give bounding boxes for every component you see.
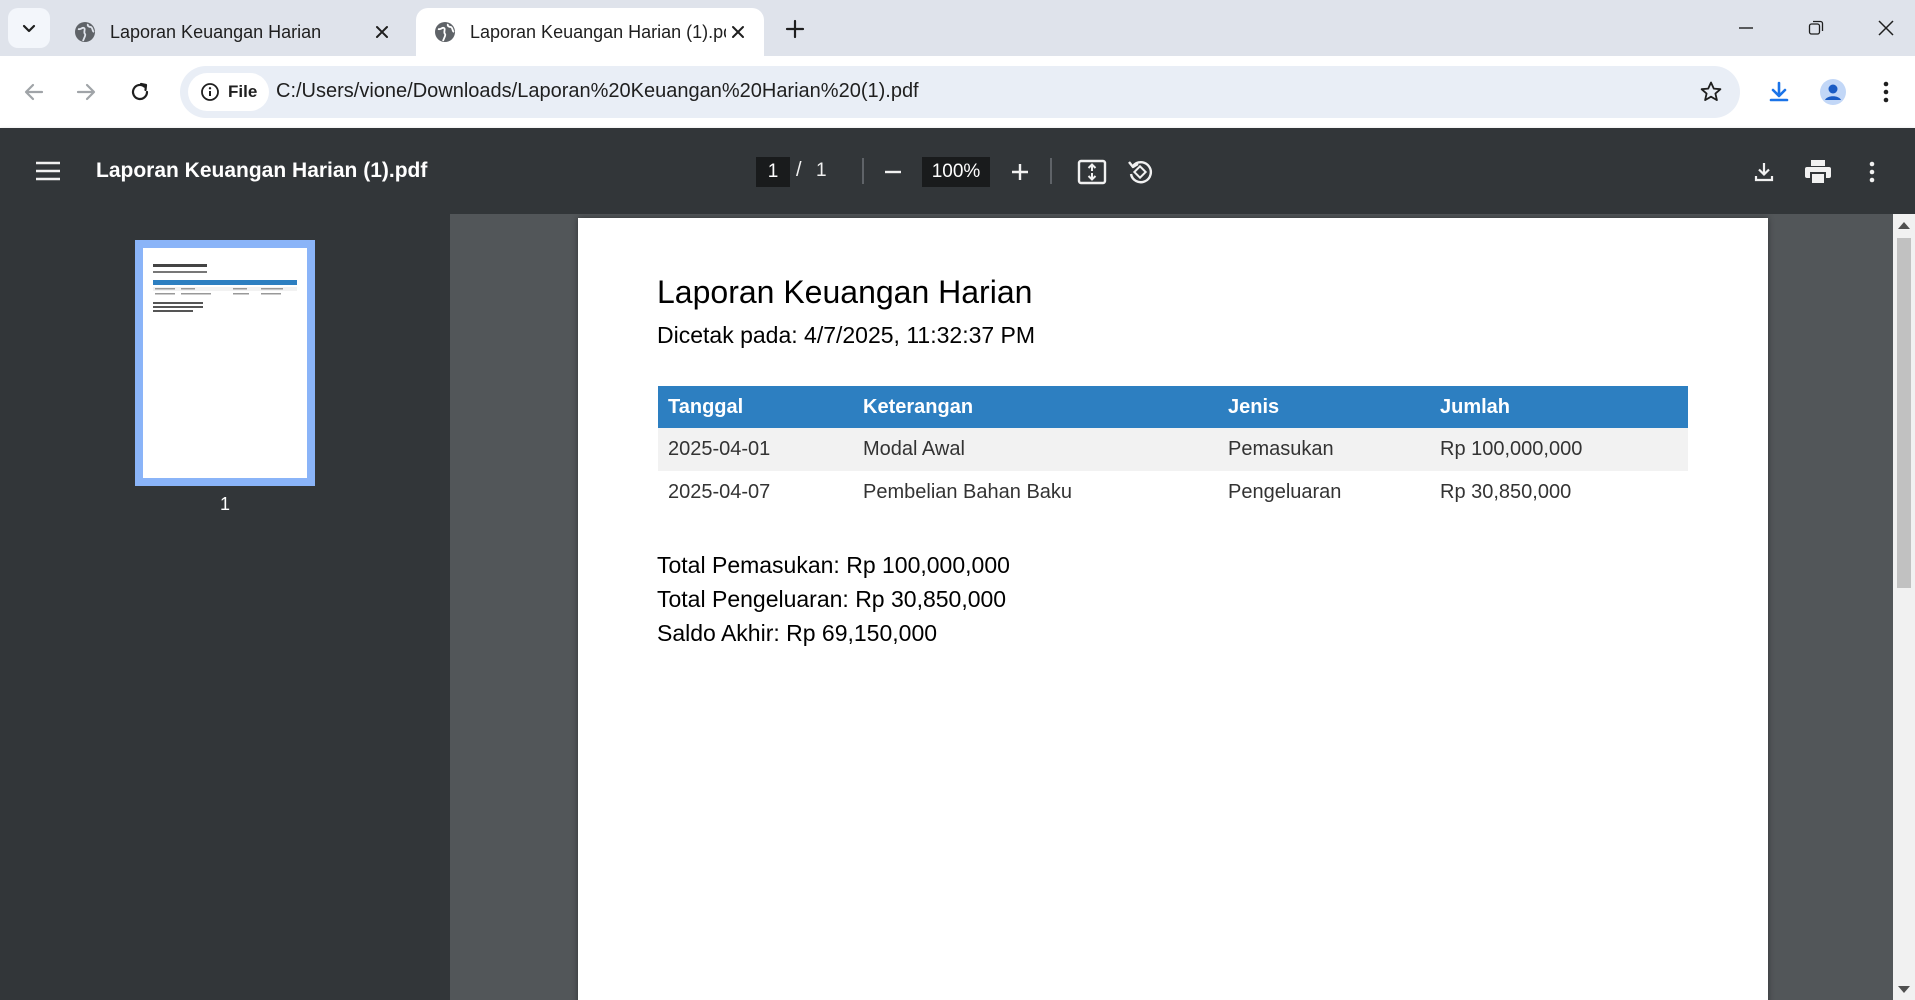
thumbnail-page-number: 1 [219,494,230,514]
star-icon [1700,81,1722,101]
sidebar-toggle-button[interactable] [28,153,68,189]
site-info-label: File [228,82,258,101]
page-separator: / [796,159,802,181]
page-total: 1 [816,160,827,181]
info-icon [201,83,219,101]
url-text[interactable]: C:/Users/vione/Downloads/Laporan%20Keuan… [276,80,919,103]
site-info-chip[interactable]: File [188,73,270,111]
profile-icon [1820,79,1846,105]
rotate-button[interactable] [1120,152,1160,192]
close-icon [376,26,388,38]
tab-title: Laporan Keuangan Harian [110,21,322,42]
fit-page-icon [1077,159,1107,185]
zoom-in-button[interactable] [1000,152,1040,192]
zoom-in-icon [1012,164,1028,180]
table-cell: Modal Awal [853,428,1218,471]
forward-arrow-icon [76,83,96,101]
restore-button[interactable] [1788,8,1844,48]
table-cell: Pengeluaran [1228,481,1342,503]
rotate-icon [1128,161,1152,184]
toolbar-divider [862,158,864,184]
more-vert-icon [1883,81,1889,103]
bookmark-button[interactable] [1696,77,1726,107]
new-tab-button[interactable] [780,14,810,44]
vertical-scrollbar[interactable] [1893,214,1915,1000]
close-icon [732,26,744,38]
table-cell: Pembelian Bahan Baku [863,481,1073,503]
column-header: Jenis [1218,386,1430,428]
address-bar[interactable]: File C:/Users/vione/Downloads/Laporan%20… [180,66,1740,118]
thumbnail-content-graphic [153,264,297,312]
pdf-document-title: Laporan Keuangan Harian (1).pdf [96,159,428,182]
chevron-down-icon [22,24,36,33]
pdf-download-button[interactable] [1744,152,1784,192]
restore-icon [1808,20,1824,35]
transactions-table: Tanggal Keterangan Jenis Jumlah 2025-04-… [658,386,1688,514]
back-button[interactable] [14,72,54,112]
profile-button[interactable] [1813,72,1853,112]
download-icon [1754,163,1774,182]
plus-icon [785,19,805,39]
report-title: Laporan Keuangan Harian [657,274,1033,310]
table-cell: 2025-04-01 [658,428,853,471]
scroll-down-arrow[interactable] [1898,986,1910,993]
final-balance: Saldo Akhir: Rp 69,150,000 [657,620,938,646]
table-header-row: Tanggal Keterangan Jenis Jumlah [658,386,1688,428]
download-icon [1769,81,1789,102]
minimize-icon [1739,27,1753,29]
zoom-level-input[interactable]: 100% [922,157,990,187]
close-icon [1878,20,1894,36]
zoom-out-icon [885,170,901,174]
tab-close-button[interactable] [726,20,750,44]
zoom-out-button[interactable] [873,152,913,192]
pdf-toolbar: Laporan Keuangan Harian (1).pdf 1 / 1 10… [0,128,1915,214]
column-header: Keterangan [853,386,1218,428]
toolbar-divider [1050,158,1052,184]
fit-page-button[interactable] [1072,152,1112,192]
column-header: Tanggal [658,386,853,428]
pdf-page: Laporan Keuangan Harian Dicetak pada: 4/… [578,218,1768,1000]
page-thumbnail[interactable] [135,240,315,486]
globe-icon [435,22,455,42]
browser-menu-button[interactable] [1866,72,1906,112]
total-income: Total Pemasukan: Rp 100,000,000 [657,552,1010,578]
tab-title: Laporan Keuangan Harian (1).pdf [470,21,726,42]
column-header: Jumlah [1430,386,1688,428]
hamburger-menu-icon [36,161,60,181]
tab-laporan-keuangan-pdf[interactable]: Laporan Keuangan Harian (1).pdf [416,8,764,56]
totals-summary: Total Pemasukan: Rp 100,000,000 Total Pe… [657,548,1010,650]
table-cell: Pemasukan [1218,428,1430,471]
tab-close-button[interactable] [370,20,394,44]
forward-button[interactable] [66,72,106,112]
minimize-button[interactable] [1718,8,1774,48]
globe-icon [75,22,95,42]
window-close-button[interactable] [1858,8,1914,48]
more-vert-icon [1869,161,1875,183]
table-cell: Rp 30,850,000 [1440,481,1572,503]
thumbnail-preview [143,248,307,478]
scrollbar-thumb[interactable] [1897,238,1911,588]
tab-strip: Laporan Keuangan Harian Laporan Keuangan… [0,0,1915,56]
reload-icon [131,82,149,101]
total-expense: Total Pengeluaran: Rp 30,850,000 [657,586,1007,612]
tab-search-button[interactable] [8,8,50,48]
browser-toolbar: File C:/Users/vione/Downloads/Laporan%20… [0,56,1915,128]
back-arrow-icon [24,83,44,101]
thumbnail-sidebar: 1 [0,214,450,1000]
document-viewport: Laporan Keuangan Harian Dicetak pada: 4/… [450,214,1893,1000]
print-icon [1805,160,1831,185]
table-cell: 2025-04-07 [668,481,771,503]
printed-timestamp: Dicetak pada: 4/7/2025, 11:32:37 PM [657,322,1036,348]
table-row: 2025-04-01 Modal Awal Pemasukan Rp 100,0… [658,428,1688,471]
page-number-input[interactable]: 1 [756,157,790,187]
table-row: 2025-04-07 Pembelian Bahan Baku Pengelua… [658,471,1688,514]
table-cell: Rp 100,000,000 [1430,428,1688,471]
scroll-up-arrow[interactable] [1898,222,1910,229]
print-button[interactable] [1798,152,1838,192]
reload-button[interactable] [120,72,160,112]
downloads-button[interactable] [1759,72,1799,112]
pdf-more-button[interactable] [1852,152,1892,192]
tab-laporan-keuangan[interactable]: Laporan Keuangan Harian [56,8,408,56]
